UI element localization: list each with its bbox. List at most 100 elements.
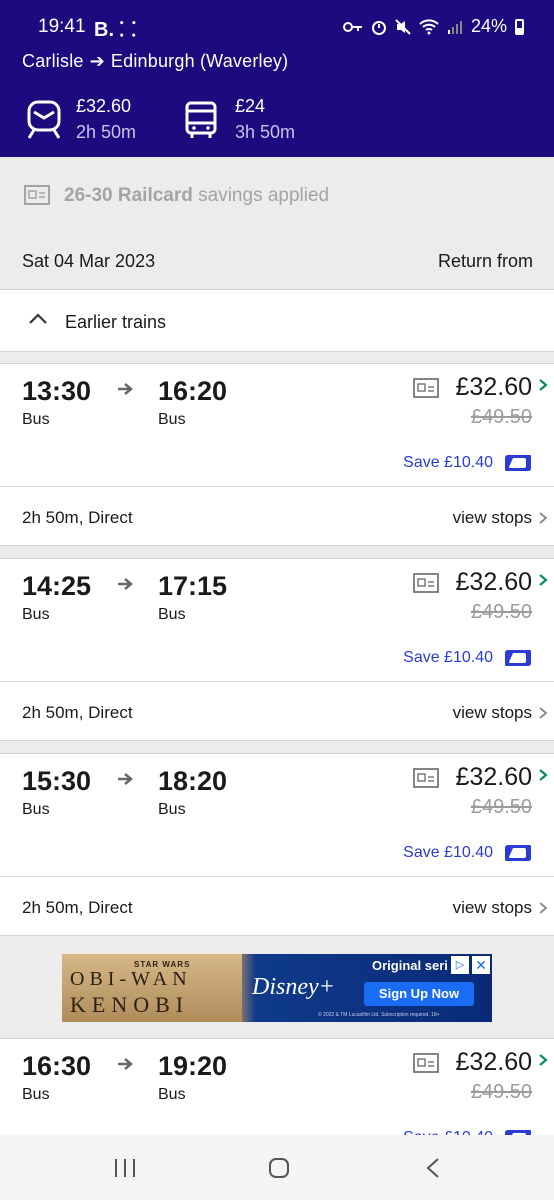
journey-card[interactable]: 15:30 18:20 Bus Bus £32.60 £49.50 Save £… [0,753,554,936]
chevron-right-icon[interactable] [538,1053,548,1067]
ad-title-1: OBI-WAN [70,968,192,990]
battery-percent: 24% [470,16,507,36]
journey-card[interactable]: 14:25 17:15 Bus Bus £32.60 £49.50 Save £… [0,558,554,741]
ad-brand-logo: Disney+ [252,974,335,1000]
railcard-icon [413,768,439,788]
original-price: £49.50 [470,406,532,428]
railcard-icon [413,573,439,593]
departure-mode: Bus [22,801,50,818]
railcard-banner: 26-30 Railcard savings applied [0,157,554,232]
railcard-badge-icon [505,650,531,666]
status-bar: 19:41 B. ⸬ 24% [0,14,554,42]
system-navbar [0,1135,554,1200]
ad-signup-button[interactable]: Sign Up Now [364,982,474,1006]
chevron-right-icon[interactable] [538,706,548,720]
view-stops-link[interactable]: view stops [453,703,532,723]
railcard-badge-icon [505,845,531,861]
date-row: Sat 04 Mar 2023 Return from [0,232,554,289]
railcard-icon [24,185,50,205]
arrow-right-icon [118,1058,133,1070]
card-divider [0,681,554,682]
home-icon[interactable] [268,1157,290,1179]
original-price: £49.50 [470,601,532,623]
arrival-time: 18:20 [158,766,228,796]
notification-icons: B. ⸬ [94,19,137,41]
railcard-icon [413,1053,439,1073]
status-right: 24% [342,16,524,37]
chevron-right-icon[interactable] [538,901,548,915]
departure-time: 14:25 [22,571,92,601]
wifi-icon [419,18,439,34]
chevron-right-icon[interactable] [538,768,548,782]
card-divider [0,486,554,487]
fare-price[interactable]: £32.60 [456,1048,532,1077]
arrival-mode: Bus [158,801,186,818]
ad-banner[interactable]: STAR WARS OBI-WAN KENOBI Disney+ Origina… [62,954,492,1022]
original-price: £49.50 [470,1081,532,1103]
journey-card[interactable]: 13:30 16:20 Bus Bus £32.60 £49.50 Save £… [0,363,554,546]
arrival-time: 16:20 [158,376,228,406]
original-price: £49.50 [470,796,532,818]
departure-mode: Bus [22,411,50,428]
recent-apps-icon[interactable] [113,1157,137,1179]
route-from: Carlisle [22,51,84,71]
chevron-right-icon[interactable] [538,378,548,392]
route-title: Carlisle ➔ Edinburgh (Waverley) [22,51,288,72]
bus-icon [185,101,217,138]
tab-train[interactable]: £32.60 2h 50m [0,92,154,249]
view-stops-link[interactable]: view stops [453,898,532,918]
card-divider [0,876,554,877]
journey-duration: 2h 50m, Direct [22,508,133,527]
return-from-link[interactable]: Return from [438,251,533,272]
savings-text: Save £10.40 [403,844,493,861]
back-icon[interactable] [425,1157,441,1179]
signal-icon [447,20,462,34]
outbound-date: Sat 04 Mar 2023 [22,251,156,271]
train-icon [27,100,61,139]
tab-duration: 2h 50m [76,122,137,142]
arrival-mode: Bus [158,1086,186,1103]
tab-price: £24 [235,96,266,116]
railcard-name: 26-30 Railcard [64,185,193,206]
tab-duration: 3h 50m [235,122,296,142]
railcard-savings: savings applied [198,185,330,206]
ad-choices-icon[interactable]: ▷ [451,956,469,974]
earlier-trains-button[interactable]: Earlier trains [0,289,554,352]
ad-title-2: KENOBI [70,992,190,1017]
battery-icon [515,18,524,35]
arrival-mode: Bus [158,411,186,428]
view-stops-link[interactable]: view stops [453,508,532,528]
departure-mode: Bus [22,606,50,623]
savings-text: Save £10.40 [403,454,493,471]
journey-duration: 2h 50m, Direct [22,898,133,917]
savings-text: Save £10.40 [403,649,493,666]
departure-mode: Bus [22,1086,50,1103]
departure-time: 15:30 [22,766,92,796]
ad-container: STAR WARS OBI-WAN KENOBI Disney+ Origina… [0,938,554,1038]
route-arrow-icon: ➔ [89,51,105,71]
alarm-icon [371,20,386,35]
departure-time: 13:30 [22,376,92,406]
header: 19:41 B. ⸬ 24% Carlisle ➔ Edinburgh (Waver… [0,0,554,249]
ad-fine-print: © 2022 & TM Lucasfilm Ltd. Subscription … [318,1012,440,1018]
tab-price: £32.60 [76,96,132,116]
fare-price[interactable]: £32.60 [456,568,532,597]
railcard-icon [413,378,439,398]
chevron-right-icon[interactable] [538,573,548,587]
tab-bus[interactable]: £24 3h 50m [170,92,340,157]
departure-time: 16:30 [22,1051,92,1081]
arrow-right-icon [118,578,133,590]
key-icon [342,21,362,32]
ad-close-icon[interactable]: ✕ [472,956,490,974]
ad-tagline: Original seri [372,958,448,973]
arrival-time: 17:15 [158,571,228,601]
arrival-time: 19:20 [158,1051,228,1081]
fare-price[interactable]: £32.60 [456,763,532,792]
arrival-mode: Bus [158,606,186,623]
route-to: Edinburgh (Waverley) [110,51,289,71]
chevron-right-icon[interactable] [538,511,548,525]
railcard-badge-icon [505,455,531,471]
chevron-up-icon [29,313,47,324]
arrow-right-icon [118,383,133,395]
fare-price[interactable]: £32.60 [456,373,532,402]
